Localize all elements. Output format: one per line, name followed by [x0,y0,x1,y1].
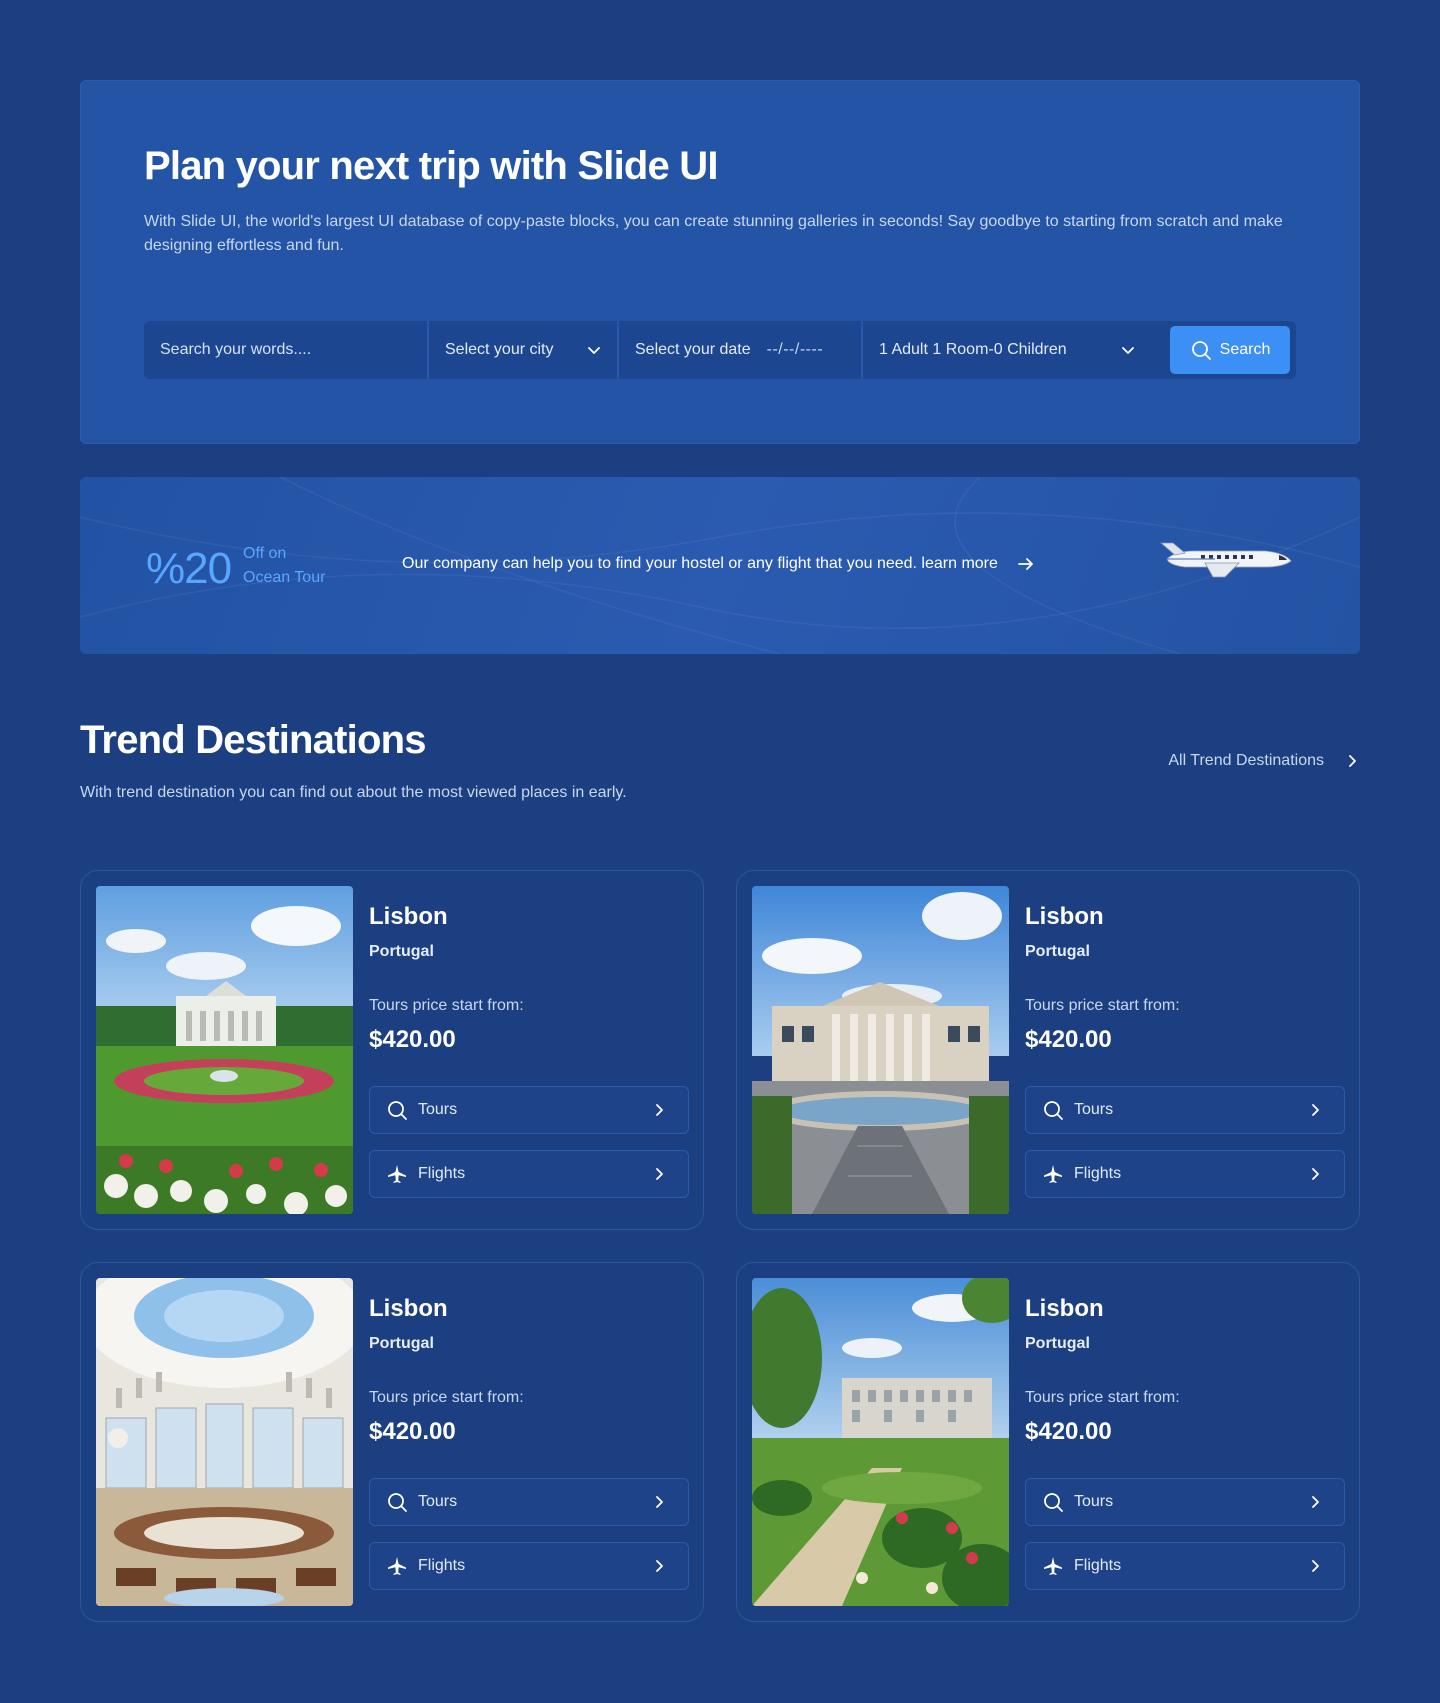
destination-city: Lisbon [369,903,448,930]
promo-text: Our company can help you to find your ho… [402,555,998,572]
plane-icon [1044,1557,1062,1575]
search-icon [1044,1493,1063,1512]
tours-button-label: Tours [1074,1493,1114,1510]
chevron-right-icon [656,1560,663,1572]
price-label: Tours price start from: [369,997,524,1014]
promo-offer-line1: Off on [243,545,287,562]
chevron-right-icon [1312,1496,1319,1508]
destination-city: Lisbon [369,1295,448,1322]
chevron-down-icon [1122,347,1134,354]
promo-offer: Off on Ocean Tour [243,542,325,590]
flights-button[interactable]: Flights [369,1542,689,1590]
price-label: Tours price start from: [1025,997,1180,1014]
jet-illustration [1159,542,1292,578]
search-icon [388,1101,407,1120]
search-icon [388,1493,407,1512]
search-input[interactable]: Search your words.... [144,321,429,379]
search-icon [1044,1101,1063,1120]
chevron-down-icon [588,347,600,354]
date-picker-value: --/--/---- [766,341,824,358]
plane-icon [1044,1165,1062,1183]
trend-subtitle: With trend destination you can find out … [80,784,627,801]
chevron-right-icon [1312,1168,1319,1180]
flights-button[interactable]: Flights [1025,1542,1345,1590]
chevron-right-icon [656,1496,663,1508]
all-trend-destinations-label: All Trend Destinations [1168,752,1324,769]
trend-title: Trend Destinations [80,718,426,762]
price-value: $420.00 [369,1418,456,1445]
flights-button[interactable]: Flights [369,1150,689,1198]
guests-select-label: 1 Adult 1 Room-0 Children [879,341,1067,358]
destination-country: Portugal [1025,943,1090,960]
flights-button[interactable]: Flights [1025,1150,1345,1198]
tours-button-label: Tours [1074,1101,1114,1118]
search-bar: Search your words.... Select your city S… [144,321,1296,379]
flights-button-label: Flights [418,1165,466,1182]
promo-banner: %20 Off on Ocean Tour Our company can he… [80,477,1360,654]
flights-button-label: Flights [1074,1165,1122,1182]
destination-city: Lisbon [1025,903,1104,930]
price-value: $420.00 [369,1026,456,1053]
plane-icon [388,1165,406,1183]
destination-card: Lisbon Portugal Tours price start from: … [736,870,1360,1230]
destination-card: Lisbon Portugal Tours price start from: … [80,1262,704,1622]
tours-button[interactable]: Tours [369,1478,689,1526]
chevron-right-icon [656,1168,663,1180]
tours-button[interactable]: Tours [1025,1478,1345,1526]
destination-image [752,886,1009,1214]
plane-icon [388,1557,406,1575]
destination-country: Portugal [369,1335,434,1352]
chevron-right-icon [1349,755,1356,767]
tours-button-label: Tours [418,1493,458,1510]
arrow-right-icon [1018,558,1033,570]
destination-country: Portugal [1025,1335,1090,1352]
price-value: $420.00 [1025,1026,1112,1053]
destination-city: Lisbon [1025,1295,1104,1322]
hero-section: Plan your next trip with Slide UI With S… [80,80,1360,444]
hero-description: With Slide UI, the world's largest UI da… [144,213,1283,254]
chevron-right-icon [656,1104,663,1116]
chevron-right-icon [1312,1560,1319,1572]
destination-image [96,1278,353,1606]
hero-title: Plan your next trip with Slide UI [144,144,718,188]
price-label: Tours price start from: [1025,1389,1180,1406]
all-trend-destinations-link[interactable]: All Trend Destinations [1168,752,1360,770]
flights-button-label: Flights [418,1557,466,1574]
destination-image [96,886,353,1214]
tours-button[interactable]: Tours [369,1086,689,1134]
search-input-placeholder: Search your words.... [160,341,312,358]
destination-image [752,1278,1009,1606]
promo-offer-line2: Ocean Tour [243,569,326,586]
guests-select[interactable]: 1 Adult 1 Room-0 Children [863,321,1151,379]
search-icon [1191,341,1211,360]
destination-card: Lisbon Portugal Tours price start from: … [736,1262,1360,1622]
search-button[interactable]: Search [1170,326,1290,374]
city-select-label: Select your city [445,341,554,358]
date-picker-label: Select your date [635,341,751,358]
chevron-right-icon [1312,1104,1319,1116]
tours-button[interactable]: Tours [1025,1086,1345,1134]
destination-country: Portugal [369,943,434,960]
flights-button-label: Flights [1074,1557,1122,1574]
promo-percent: %20 [146,544,232,593]
date-picker[interactable]: Select your date --/--/---- [619,321,863,379]
price-value: $420.00 [1025,1418,1112,1445]
price-label: Tours price start from: [369,1389,524,1406]
city-select[interactable]: Select your city [429,321,619,379]
search-button-label: Search [1219,341,1271,358]
tours-button-label: Tours [418,1101,458,1118]
destination-card: Lisbon Portugal Tours price start from: … [80,870,704,1230]
promo-learn-more-link[interactable]: Our company can help you to find your ho… [402,554,1036,574]
